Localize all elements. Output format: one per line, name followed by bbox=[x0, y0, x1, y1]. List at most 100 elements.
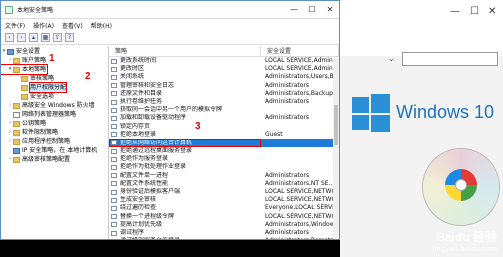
policy-name-cell: 调试程序 bbox=[109, 229, 261, 237]
navigation-tree: ▾ 安全设置 › 账户策略 ▾ 本地策略 审核策略 用户权限分配 安全选项 › … bbox=[1, 46, 109, 239]
policy-name-cell: 拒绝从网络访问这台计算机 bbox=[109, 138, 261, 148]
table-row[interactable]: 更改系统时间 LOCAL SERVICE,Administ... bbox=[109, 57, 339, 65]
export-icon[interactable]: ⇪ bbox=[53, 33, 62, 42]
table-row[interactable]: 更改时区 LOCAL SERVICE,Administ... bbox=[109, 65, 339, 73]
policy-name-cell: 加载和卸载设备驱动程序 bbox=[109, 114, 261, 122]
tree-item-user-rights[interactable]: 用户权限分配 bbox=[1, 82, 108, 93]
document-icon bbox=[13, 111, 20, 118]
security-setting-cell: Administrators,NT SE... bbox=[265, 179, 335, 187]
forward-icon[interactable]: › bbox=[17, 33, 26, 42]
policy-name: 锁定内存页 bbox=[120, 122, 151, 130]
menu-bar: 文件(F) 操作(A) 查看(V) 帮助(H) bbox=[1, 19, 339, 31]
security-setting-cell: Administrators bbox=[265, 97, 310, 105]
close-icon[interactable]: ✕ bbox=[488, 6, 496, 17]
show-hide-tree-icon[interactable]: ▦ bbox=[41, 33, 50, 42]
table-row[interactable]: 替换一个进程级令牌 LOCAL SERVICE,NETWO... bbox=[109, 213, 339, 221]
menu-help[interactable]: 帮助(H) bbox=[91, 21, 112, 30]
folder-icon bbox=[13, 138, 20, 145]
policy-icon bbox=[111, 148, 117, 154]
tree-item-public-key[interactable]: › 公钥策略 bbox=[1, 119, 108, 128]
column-header-setting[interactable]: 安全设置 bbox=[261, 46, 339, 56]
table-row[interactable]: 锁定内存页 bbox=[109, 123, 339, 131]
background-window-top: — ☐ ✕ bbox=[330, 0, 503, 30]
policy-name: 绕过遍历检查 bbox=[120, 204, 157, 212]
column-header-policy[interactable]: 策略 bbox=[109, 46, 261, 56]
table-row[interactable]: 关闭系统 Administrators,Users,Ba... bbox=[109, 73, 339, 81]
policy-icon bbox=[111, 222, 117, 228]
security-setting-cell bbox=[261, 155, 339, 163]
policy-name: 配置文件系统性能 bbox=[120, 179, 169, 187]
policy-name-cell: 生成安全审核 bbox=[109, 196, 261, 204]
folder-icon bbox=[13, 156, 20, 163]
screenshot-stage: — ☐ ✕ ⌄ Windows 10 Baidu 经验 jingyan.baid… bbox=[0, 0, 503, 257]
tree-item-firewall[interactable]: › 高级安全 Windows 防火墙 bbox=[1, 101, 108, 110]
minimize-icon[interactable]: — bbox=[285, 1, 303, 19]
menu-action[interactable]: 操作(A) bbox=[33, 21, 54, 30]
table-row[interactable]: 通过终端服务允许登录 Administrators,Remote... bbox=[109, 237, 339, 239]
table-row[interactable]: 加载和卸载设备驱动程序 Administrators bbox=[109, 114, 339, 122]
table-row[interactable]: 执行卷维护任务 Administrators bbox=[109, 98, 339, 106]
policy-name-cell: 配置文件系统性能 bbox=[109, 180, 261, 188]
close-icon[interactable]: ✕ bbox=[321, 1, 339, 19]
policy-name: 获取同一会话中另一个用户的模拟令牌 bbox=[120, 106, 223, 114]
table-row[interactable]: 调试程序 Administrators bbox=[109, 229, 339, 237]
table-row[interactable]: 拒绝作为批处理作业登录 bbox=[109, 163, 339, 171]
table-row[interactable]: 管理审核和安全日志 Administrators bbox=[109, 82, 339, 90]
policy-name-cell: 提高计划优先级 bbox=[109, 221, 261, 229]
policy-name: 拒绝本地登录 bbox=[120, 130, 157, 138]
local-security-policy-window: 本地安全策略 — ☐ ✕ 文件(F) 操作(A) 查看(V) 帮助(H) ‹ ›… bbox=[0, 0, 340, 240]
policy-name-cell: 管理审核和安全日志 bbox=[109, 82, 261, 90]
table-row[interactable]: 绕过遍历检查 Everyone,LOCAL SERVIC... bbox=[109, 204, 339, 212]
policy-icon bbox=[111, 58, 117, 64]
table-row[interactable]: 配置文件单一进程 Administrators bbox=[109, 172, 339, 180]
chevron-down-icon[interactable]: ⌄ bbox=[388, 54, 395, 63]
tree-item-local-policy[interactable]: ▾ 本地策略 bbox=[1, 64, 48, 75]
vertical-scrollbar[interactable] bbox=[333, 57, 339, 239]
back-icon[interactable]: ‹ bbox=[5, 33, 14, 42]
scrollbar-thumb[interactable] bbox=[334, 105, 338, 145]
tree-item-app-control[interactable]: › 应用程序控制策略 bbox=[1, 137, 108, 146]
table-row[interactable]: 获取同一会话中另一个用户的模拟令牌 bbox=[109, 106, 339, 114]
table-row-selected[interactable]: 拒绝从网络访问这台计算机 bbox=[109, 138, 339, 148]
table-row[interactable]: 配置文件系统性能 Administrators,NT SE... bbox=[109, 180, 339, 188]
folder-icon bbox=[13, 66, 20, 73]
table-row[interactable]: 生成安全审核 LOCAL SERVICE,NETWO... bbox=[109, 196, 339, 204]
tree-item-security-options[interactable]: 安全选项 bbox=[1, 92, 108, 101]
policy-name-cell: 更改系统时间 bbox=[109, 57, 261, 65]
table-row[interactable]: 拒绝本地登录 Guest bbox=[109, 131, 339, 139]
policy-icon bbox=[111, 91, 117, 97]
policy-icon bbox=[111, 173, 117, 179]
tree-item-audit-policy[interactable]: 审核策略 bbox=[1, 74, 108, 83]
tree-item-network-list[interactable]: 网络列表管理器策略 bbox=[1, 110, 108, 119]
policy-name-cell: 拒绝作为批处理作业登录 bbox=[109, 163, 261, 171]
tree-item-ip-security[interactable]: IP 安全策略，在 本地计算机 bbox=[1, 146, 108, 155]
background-search-input[interactable] bbox=[402, 52, 498, 66]
security-setting-cell bbox=[261, 106, 339, 114]
tree-item-software-restriction[interactable]: › 软件限制策略 bbox=[1, 128, 108, 137]
policy-name: 加载和卸载设备驱动程序 bbox=[120, 114, 187, 122]
tree-item-advanced-audit[interactable]: › 高级审核策略配置 bbox=[1, 155, 108, 164]
table-row[interactable]: 提高计划优先级 Administrators,Window... bbox=[109, 221, 339, 229]
install-disc-icon bbox=[422, 148, 500, 226]
policy-icon bbox=[111, 156, 117, 162]
policy-name: 配置文件单一进程 bbox=[120, 171, 169, 179]
annotation-2: 2 bbox=[85, 71, 91, 82]
help-icon[interactable]: ? bbox=[65, 33, 74, 42]
maximize-icon[interactable]: ☐ bbox=[470, 6, 479, 17]
menu-file[interactable]: 文件(F) bbox=[5, 21, 25, 30]
policy-name: 更改时区 bbox=[120, 65, 145, 73]
table-row[interactable]: 拒绝通过远程桌面服务登录 bbox=[109, 147, 339, 155]
security-setting-cell: Administrators,Users,Ba... bbox=[265, 73, 339, 81]
windows10-brand: Windows 10 bbox=[348, 92, 503, 152]
table-row[interactable]: 还原文件和目录 Administrators,Backup... bbox=[109, 90, 339, 98]
policy-list: 策略 安全设置 更改系统时间 LOCAL SERVICE,Administ... 更… bbox=[109, 46, 339, 239]
policy-icon bbox=[111, 197, 117, 203]
security-setting-cell bbox=[261, 139, 339, 147]
maximize-icon[interactable]: ☐ bbox=[303, 1, 321, 19]
up-icon[interactable]: ▴ bbox=[29, 33, 38, 42]
table-row[interactable]: 拒绝作为服务登录 bbox=[109, 155, 339, 163]
table-row[interactable]: 身份验证后模拟客户端 LOCAL SERVICE,NETWO... bbox=[109, 188, 339, 196]
policy-name-cell: 拒绝作为服务登录 bbox=[109, 155, 261, 163]
minimize-icon[interactable]: — bbox=[450, 6, 460, 17]
menu-view[interactable]: 查看(V) bbox=[62, 21, 83, 30]
